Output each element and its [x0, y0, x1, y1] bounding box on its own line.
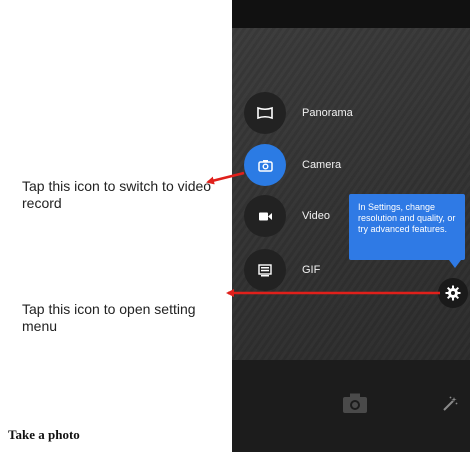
- gear-icon: [445, 285, 461, 301]
- instruction-open-settings: Tap this icon to open setting menu: [22, 301, 196, 334]
- instruction-switch-video: Tap this icon to switch to video record: [22, 178, 212, 211]
- section-heading: Take a photo: [8, 427, 80, 442]
- mode-item-panorama[interactable]: Panorama: [244, 92, 353, 134]
- video-icon: [244, 195, 286, 237]
- status-bar: [232, 0, 470, 28]
- mode-item-camera[interactable]: Camera: [244, 144, 341, 186]
- shutter-button[interactable]: [340, 390, 370, 416]
- magic-wand-icon: [442, 396, 458, 412]
- settings-button[interactable]: [438, 278, 468, 308]
- effects-button[interactable]: [440, 394, 460, 414]
- mode-label: Video: [302, 210, 330, 222]
- mode-label: Panorama: [302, 107, 353, 119]
- mode-item-gif[interactable]: GIF: [244, 249, 320, 291]
- settings-tooltip: In Settings, change resolution and quali…: [349, 194, 465, 260]
- mode-label: GIF: [302, 264, 321, 276]
- mode-label: Camera: [302, 159, 342, 171]
- camera-icon: [244, 144, 286, 186]
- tooltip-pointer: [449, 260, 461, 268]
- camera-shutter-icon: [342, 392, 368, 414]
- panorama-icon: [244, 92, 286, 134]
- phone-screen: Panorama Camera Video GIF In Settings, c…: [232, 0, 470, 452]
- mode-item-video[interactable]: Video: [244, 195, 330, 237]
- gif-icon: [244, 249, 286, 291]
